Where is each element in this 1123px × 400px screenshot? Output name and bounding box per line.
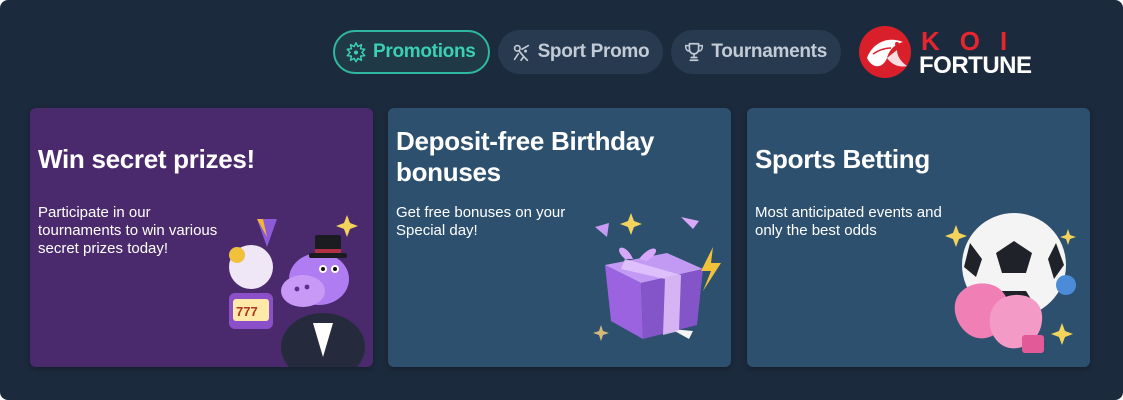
soccer-ball-gloves-illustration [945,213,1076,353]
tab-tournaments[interactable]: Tournaments [671,30,841,74]
promo-card-secret-prizes[interactable]: Win secret prizes! Participate in our to… [30,108,373,367]
promo-card-sports-betting[interactable]: Sports Betting Most anticipated events a… [747,108,1090,367]
tab-label: Promotions [373,41,476,62]
promotions-panel: Promotions Sport Promo Tournaments KOI F… [0,0,1123,400]
tab-promotions[interactable]: Promotions [333,30,490,74]
koi-fish-logo-icon [859,26,911,78]
gift-box-illustration [593,213,721,341]
hippo-mascot-illustration: 777 [229,215,365,367]
sport-promo-icon [513,44,529,62]
promo-card-birthday-bonuses[interactable]: Deposit-free Birthday bonuses Get free b… [388,108,731,367]
koi-fortune-logo[interactable]: KOI FORTUNE [855,24,1060,80]
trophy-icon [685,42,704,62]
card-title: Deposit-free Birthday bonuses [396,126,655,187]
logo-text-fortune: FORTUNE [919,52,1032,79]
svg-text:777: 777 [236,304,258,319]
card-description: Participate in our tournaments to win va… [38,204,218,257]
card-description: Most anticipated events and only the bes… [755,204,942,239]
card-title: Sports Betting [755,144,930,174]
sparkle-badge-icon [346,42,366,63]
tab-label: Tournaments [711,41,827,62]
tab-sport-promo[interactable]: Sport Promo [497,30,664,74]
card-title: Win secret prizes! [38,144,255,174]
promo-tabs: Promotions Sport Promo Tournaments [333,30,841,74]
card-description: Get free bonuses on your Special day! [396,204,566,239]
tab-label: Sport Promo [537,41,650,62]
